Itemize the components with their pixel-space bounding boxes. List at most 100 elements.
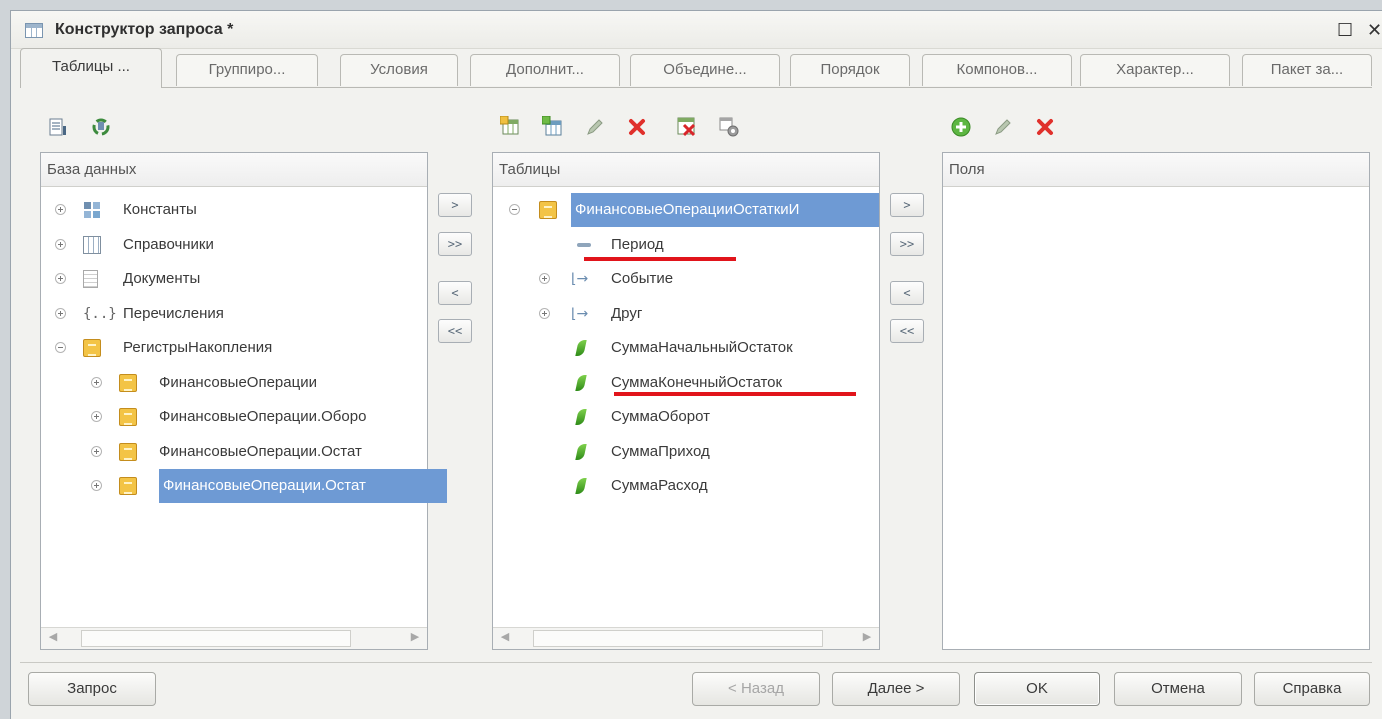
- scroll-thumb[interactable]: [81, 630, 351, 647]
- tables-panel: Таблицы ФинансовыеОперацииОстаткиИ Период…: [492, 152, 880, 650]
- tree-row[interactable]: ФинансовыеОперации.Остат: [41, 435, 427, 469]
- tree-row-label: Событие: [611, 270, 674, 287]
- tab-8[interactable]: Характер...: [1080, 54, 1230, 86]
- tree-row[interactable]: ⌊→ Событие: [493, 262, 879, 296]
- tab-2[interactable]: Группиро...: [176, 54, 318, 86]
- tab-9[interactable]: Пакет за...: [1242, 54, 1372, 86]
- tab-bar: Таблицы ... Группиро... Условия Дополнит...…: [20, 48, 1372, 88]
- tree-row[interactable]: СуммаРасход: [493, 469, 879, 503]
- tree-row[interactable]: ФинансовыеОперации.Оборо: [41, 400, 427, 434]
- query-button[interactable]: Запрос: [28, 672, 156, 706]
- tree-row-label: ФинансовыеОперации.Оборо: [159, 408, 367, 425]
- move-all-right-button[interactable]: >>: [890, 232, 924, 256]
- help-button[interactable]: Справка: [1254, 672, 1370, 706]
- edit-pencil-icon[interactable]: [584, 116, 606, 138]
- list-view-icon[interactable]: [48, 116, 70, 138]
- tree-row[interactable]: ФинансовыеОперацииОстаткиИ: [493, 193, 879, 227]
- resource-icon: [575, 409, 587, 425]
- register-icon: [119, 408, 137, 426]
- tree-row[interactable]: СуммаОборот: [493, 400, 879, 434]
- tree-row[interactable]: ⌊→ Друг: [493, 297, 879, 331]
- move-all-left-button[interactable]: <<: [890, 319, 924, 343]
- database-panel: База данных Константы Справочники Документ…: [40, 152, 447, 650]
- tree-row[interactable]: РегистрыНакопления: [41, 331, 427, 365]
- add-field-icon[interactable]: [950, 116, 972, 138]
- resource-icon: [575, 478, 587, 494]
- tree-row-label: СуммаОборот: [611, 408, 710, 425]
- window-title: Конструктор запроса *: [55, 21, 234, 38]
- delete-icon[interactable]: [626, 116, 648, 138]
- expand-icon[interactable]: [55, 204, 66, 215]
- fields-panel-header: Поля: [943, 153, 1369, 187]
- tree-row[interactable]: ФинансовыеОперации: [41, 366, 427, 400]
- document-icon: [83, 270, 98, 288]
- database-hscrollbar[interactable]: ◀ ▶: [41, 627, 427, 649]
- database-panel-header: База данных: [41, 153, 427, 187]
- tree-row-label: ФинансовыеОперации: [159, 373, 317, 391]
- tables-hscrollbar[interactable]: ◀ ▶: [493, 627, 879, 649]
- tree-row[interactable]: {..} Перечисления: [41, 297, 427, 331]
- tree-row[interactable]: ФинансовыеОперации.Остат: [41, 469, 447, 503]
- tree-row[interactable]: СуммаПриход: [493, 435, 879, 469]
- collapse-icon[interactable]: [509, 204, 520, 215]
- expand-icon[interactable]: [55, 238, 66, 250]
- expand-icon[interactable]: [539, 273, 550, 284]
- replace-table-icon[interactable]: [676, 116, 698, 138]
- collapse-icon[interactable]: [55, 342, 66, 353]
- register-icon: [119, 442, 137, 461]
- maximize-button[interactable]: ☐: [1337, 20, 1353, 41]
- constants-icon: [83, 201, 101, 219]
- scroll-right-icon[interactable]: ▶: [407, 630, 423, 643]
- tree-row-label: СуммаПриход: [611, 442, 710, 460]
- close-button[interactable]: ✕: [1367, 20, 1382, 41]
- tab-7[interactable]: Компонов...: [922, 54, 1072, 86]
- add-nested-table-icon[interactable]: [542, 116, 564, 138]
- tab-1[interactable]: Таблицы ...: [20, 48, 162, 88]
- catalog-icon: [83, 235, 101, 254]
- tab-4[interactable]: Дополнит...: [470, 54, 620, 86]
- move-left-button[interactable]: <: [438, 281, 472, 305]
- footer-separator: [20, 662, 1372, 663]
- tree-row[interactable]: Справочники: [41, 228, 427, 262]
- expand-icon[interactable]: [55, 273, 66, 284]
- expand-icon[interactable]: [91, 411, 102, 422]
- back-button[interactable]: < Назад: [692, 672, 820, 706]
- tree-row-label: ФинансовыеОперации.Остат: [159, 469, 447, 503]
- table-settings-icon[interactable]: [718, 116, 740, 138]
- tab-3[interactable]: Условия: [340, 54, 458, 86]
- move-left-button[interactable]: <: [890, 281, 924, 305]
- expand-icon[interactable]: [91, 480, 102, 491]
- dimension-icon: [577, 242, 591, 247]
- tab-5[interactable]: Объедине...: [630, 54, 780, 86]
- move-all-right-button[interactable]: >>: [438, 232, 472, 256]
- highlight-underline-end-balance: [614, 392, 856, 396]
- tree-row[interactable]: Константы: [41, 193, 427, 227]
- title-bar: Конструктор запроса * ☐ ✕: [11, 11, 1382, 49]
- scroll-right-icon[interactable]: ▶: [859, 630, 875, 643]
- delete-field-icon[interactable]: [1034, 116, 1056, 138]
- window-table-icon: [25, 23, 43, 38]
- expand-icon[interactable]: [539, 307, 550, 319]
- tab-6[interactable]: Порядок: [790, 54, 910, 86]
- move-all-left-button[interactable]: <<: [438, 319, 472, 343]
- register-icon: [119, 477, 137, 495]
- tree-row-label: Друг: [611, 304, 643, 322]
- register-icon: [83, 339, 101, 357]
- next-button[interactable]: Далее >: [832, 672, 960, 706]
- tree-row[interactable]: Документы: [41, 262, 427, 296]
- scroll-left-icon[interactable]: ◀: [45, 630, 61, 643]
- tree-row[interactable]: СуммаНачальныйОстаток: [493, 331, 879, 365]
- expand-icon[interactable]: [55, 307, 66, 319]
- ok-button[interactable]: OK: [974, 672, 1100, 706]
- scroll-thumb[interactable]: [533, 630, 823, 647]
- tree-row-label: ФинансовыеОперацииОстаткиИ: [571, 193, 879, 227]
- cancel-button[interactable]: Отмена: [1114, 672, 1242, 706]
- move-right-button[interactable]: >: [438, 193, 472, 217]
- refresh-source-icon[interactable]: [90, 116, 112, 138]
- scroll-left-icon[interactable]: ◀: [497, 630, 513, 643]
- add-table-icon[interactable]: [500, 116, 522, 138]
- expand-icon[interactable]: [91, 376, 102, 388]
- expand-icon[interactable]: [91, 445, 102, 457]
- edit-field-icon[interactable]: [992, 116, 1014, 138]
- move-right-button[interactable]: >: [890, 193, 924, 217]
